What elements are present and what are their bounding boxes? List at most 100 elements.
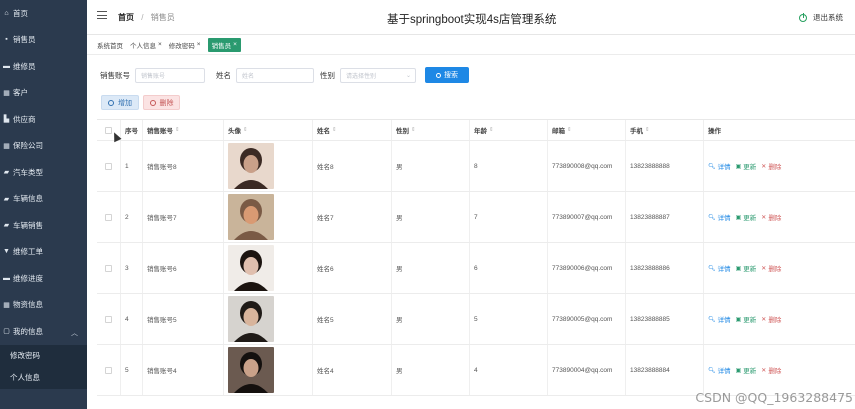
sidebar-item-car-type[interactable]: ▰ 汽车类型 [0,159,87,186]
sidebar-item-salesperson[interactable]: ▪ 销售员 [0,27,87,54]
sidebar-subitem-change-password[interactable]: 修改密码 [0,345,87,367]
sort-icon[interactable]: ⇕ [411,127,416,133]
sidebar-item-supplier[interactable]: ▙ 供应商 [0,106,87,133]
ticket-icon: ▼ [3,248,10,256]
detail-button[interactable]: 🔍︎ 详情 [708,314,731,325]
detail-label: 详情 [717,215,731,222]
row-checkbox[interactable] [105,366,112,374]
header-age[interactable]: 年龄 ⇕ [470,120,548,140]
header-account[interactable]: 销售账号 ⇕ [143,120,224,140]
header-label: 年龄 [474,128,487,135]
update-label: 更新 [743,164,757,171]
sort-icon[interactable]: ⇕ [645,127,650,133]
header-label: 邮箱 [552,128,565,135]
header-email[interactable]: 邮箱 ⇕ [548,120,626,140]
detail-button[interactable]: 🔍︎ 详情 [708,161,731,172]
cell-account: 销售账号5 [143,294,224,344]
logout-button[interactable]: 退出系统 [799,12,843,23]
row-checkbox[interactable] [105,264,112,272]
cell-actions: 🔍︎ 详情 ▣ 更新 ✕ 删除 [704,192,855,242]
remove-label: 删除 [768,215,782,222]
sidebar-item-insurance[interactable]: ▦ 保险公司 [0,133,87,160]
sidebar-item-vehicle-sales[interactable]: ▰ 车辆销售 [0,212,87,239]
watermark: CSDN @QQ_1963288475 [695,390,853,405]
cell-gender: 男 [392,345,470,395]
tab-label: 销售员 [211,42,232,50]
update-button[interactable]: ▣ 更新 [736,212,757,223]
header-phone[interactable]: 手机 ⇕ [626,120,704,140]
sidebar-item-materials[interactable]: ▦ 物资信息 [0,292,87,319]
remove-button[interactable]: ✕ 删除 [761,161,781,172]
row-checkbox[interactable] [105,213,112,221]
header-label: 操作 [708,128,721,135]
sidebar-item-customer[interactable]: ▦ 客户 [0,80,87,107]
sort-icon[interactable]: ⇕ [175,127,180,133]
profile-icon: ▢ [3,328,10,336]
breadcrumb-home[interactable]: 首页 [118,13,134,22]
sidebar-item-label: 车辆销售 [13,220,43,230]
table-row: 3 销售账号6 姓名6 男 6 773890006@qq.com 1382388… [97,243,855,294]
remove-button[interactable]: ✕ 删除 [761,263,781,274]
menu-toggle-icon[interactable] [97,11,107,21]
add-button[interactable]: 增加 [101,95,139,110]
tab-label: 个人信息 [130,42,156,50]
update-button[interactable]: ▣ 更新 [736,263,757,274]
gender-select[interactable]: 请选择性别 ⌄ [340,67,416,83]
sort-icon[interactable]: ⇕ [243,127,248,133]
detail-button[interactable]: 🔍︎ 详情 [708,263,731,274]
name-input[interactable]: 姓名 [236,67,314,83]
header-name[interactable]: 姓名 ⇕ [313,120,392,140]
update-button[interactable]: ▣ 更新 [736,314,757,325]
row-checkbox[interactable] [105,162,112,170]
search-button[interactable]: 搜索 [425,67,469,83]
table-row: 5 销售账号4 姓名4 男 4 773890004@qq.com 1382388… [97,345,855,396]
sidebar-item-repair-order[interactable]: ▼ 维修工单 [0,239,87,266]
close-icon[interactable]: × [197,41,201,48]
detail-button[interactable]: 🔍︎ 详情 [708,365,731,376]
sort-icon[interactable]: ⇕ [332,127,337,133]
remove-button[interactable]: ✕ 删除 [761,212,782,223]
sidebar-item-my-info[interactable]: ▢ 我的信息 ︿ [0,318,87,345]
cell-email: 773890005@qq.com [548,294,626,344]
update-button[interactable]: ▣ 更新 [736,161,757,172]
delete-button[interactable]: 删除 [143,95,180,110]
grid-icon: ▦ [3,301,10,309]
remove-button[interactable]: ✕ 删除 [761,314,781,325]
sidebar-subitem-personal-info[interactable]: 个人信息 [0,367,87,389]
detail-button[interactable]: 🔍︎ 详情 [708,212,731,223]
tab-system-home[interactable]: 系统首页 [97,38,123,52]
cell-gender: 男 [392,294,470,344]
search-icon: 🔍︎ [708,214,716,221]
update-button[interactable]: ▣ 更新 [735,365,757,376]
tab-change-password[interactable]: 修改密码 × [169,38,201,52]
row-checkbox[interactable] [105,315,112,323]
tab-salesperson[interactable]: 销售员 × [207,37,241,52]
close-icon: ✕ [761,163,767,170]
tab-personal-info[interactable]: 个人信息 × [130,38,162,52]
account-input[interactable]: 销售账号 [135,67,205,83]
tab-bar: 系统首页 个人信息 × 修改密码 × 销售员 × [87,35,855,55]
sort-icon[interactable]: ⇕ [567,127,572,133]
close-icon[interactable]: × [158,41,162,48]
header-avatar[interactable]: 头像 ⇕ [224,120,313,140]
header-gender[interactable]: 性别 ⇕ [392,120,470,140]
sidebar-item-label: 保险公司 [13,141,43,151]
sidebar-item-repairman[interactable]: ▬ 维修员 [0,53,87,80]
sidebar-item-repair-progress[interactable]: ▬ 维修进度 [0,265,87,292]
sidebar-item-vehicle-info[interactable]: ▰ 车辆信息 [0,186,87,213]
edit-icon: ▣ [735,367,742,374]
delete-button-label: 删除 [159,99,174,107]
cell-account: 销售账号8 [143,141,224,191]
car-icon: ▰ [3,222,10,230]
search-icon [436,72,441,78]
sidebar-item-home[interactable]: ⌂ 首页 [0,0,87,27]
search-icon: 🔍︎ [708,265,716,272]
table-row: 2 销售账号7 姓名7 男 7 773890007@qq.com 1382388… [97,192,855,243]
sort-icon[interactable]: ⇕ [489,127,494,133]
truck-icon: ▙ [3,116,10,124]
cell-email: 773890007@qq.com [548,192,626,242]
name-placeholder: 姓名 [242,73,255,80]
sidebar-item-label: 汽车类型 [13,167,43,177]
remove-button[interactable]: ✕ 删除 [761,365,781,376]
close-icon[interactable]: × [233,41,237,48]
